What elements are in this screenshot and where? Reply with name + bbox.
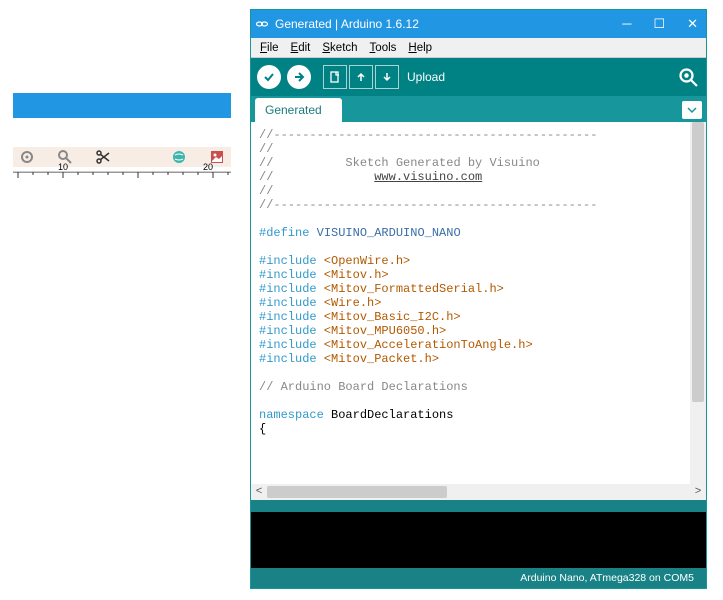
code-line: #include <Mitov_FormattedSerial.h>: [259, 282, 698, 296]
divider: [251, 500, 706, 512]
ruler: 10 20: [13, 171, 231, 191]
left-toolbar: [13, 147, 231, 167]
code-line: [259, 366, 698, 380]
vertical-scrollbar[interactable]: [690, 122, 706, 484]
menu-sketch[interactable]: Sketch: [317, 41, 362, 55]
minimize-button[interactable]: ─: [622, 16, 631, 32]
world-icon[interactable]: [171, 149, 187, 165]
scroll-right-arrow[interactable]: >: [690, 486, 706, 498]
code-line: [259, 394, 698, 408]
code-line: // www.visuino.com: [259, 170, 698, 184]
horizontal-scrollbar[interactable]: < >: [251, 484, 706, 500]
save-button[interactable]: [375, 65, 399, 89]
window-title: Generated | Arduino 1.6.12: [275, 17, 622, 31]
scrollbar-thumb[interactable]: [692, 122, 704, 402]
open-button[interactable]: [349, 65, 373, 89]
scroll-left-arrow[interactable]: <: [251, 486, 267, 498]
menu-edit[interactable]: Edit: [286, 41, 316, 55]
titlebar[interactable]: Generated | Arduino 1.6.12 ─ ☐ ✕: [251, 10, 706, 38]
menu-help[interactable]: Help: [403, 41, 437, 55]
code-line: #include <Mitov.h>: [259, 268, 698, 282]
code-line: //: [259, 184, 698, 198]
tab-row: Generated: [251, 96, 706, 122]
console[interactable]: [251, 512, 706, 568]
toolbar-action-label: Upload: [407, 70, 676, 84]
code-line: [259, 240, 698, 254]
code-editor[interactable]: //--------------------------------------…: [251, 122, 706, 500]
verify-button[interactable]: [257, 65, 281, 89]
code-line: //--------------------------------------…: [259, 198, 698, 212]
code-line: namespace BoardDeclarations: [259, 408, 698, 422]
ruler-mark-10: 10: [58, 162, 68, 172]
menubar: File Edit Sketch Tools Help: [251, 38, 706, 58]
maximize-button[interactable]: ☐: [653, 16, 665, 32]
close-button[interactable]: ✕: [687, 16, 698, 32]
status-text: Arduino Nano, ATmega328 on COM5: [520, 572, 694, 584]
left-blue-bar: [13, 93, 231, 118]
statusbar: Arduino Nano, ATmega328 on COM5: [251, 568, 706, 588]
serial-monitor-button[interactable]: [676, 65, 700, 89]
scissors-icon[interactable]: [95, 149, 111, 165]
code-line: //--------------------------------------…: [259, 128, 698, 142]
toolbar: Upload: [251, 58, 706, 96]
menu-tools[interactable]: Tools: [365, 41, 402, 55]
code-line: // Sketch Generated by Visuino: [259, 156, 698, 170]
arduino-window: Generated | Arduino 1.6.12 ─ ☐ ✕ File Ed…: [250, 9, 707, 589]
tab-dropdown-button[interactable]: [682, 101, 702, 119]
scroll-track[interactable]: [267, 486, 690, 498]
code-line: #include <Mitov_MPU6050.h>: [259, 324, 698, 338]
gear-icon[interactable]: [19, 149, 35, 165]
ruler-mark-20: 20: [203, 162, 213, 172]
code-line: #include <Wire.h>: [259, 296, 698, 310]
code-line: // Arduino Board Declarations: [259, 380, 698, 394]
tab-generated[interactable]: Generated: [255, 98, 342, 122]
code-line: #include <OpenWire.h>: [259, 254, 698, 268]
left-panel: 10 20: [13, 93, 231, 191]
scrollbar-thumb[interactable]: [267, 486, 447, 498]
upload-button[interactable]: [287, 65, 311, 89]
code-line: #include <Mitov_Basic_I2C.h>: [259, 310, 698, 324]
code-line: {: [259, 422, 698, 436]
code-line: #include <Mitov_AccelerationToAngle.h>: [259, 338, 698, 352]
code-line: #include <Mitov_Packet.h>: [259, 352, 698, 366]
menu-file[interactable]: File: [255, 41, 284, 55]
code-line: //: [259, 142, 698, 156]
code-line: [259, 212, 698, 226]
new-button[interactable]: [323, 65, 347, 89]
arduino-logo-icon: [255, 17, 269, 31]
code-line: #define VISUINO_ARDUINO_NANO: [259, 226, 698, 240]
